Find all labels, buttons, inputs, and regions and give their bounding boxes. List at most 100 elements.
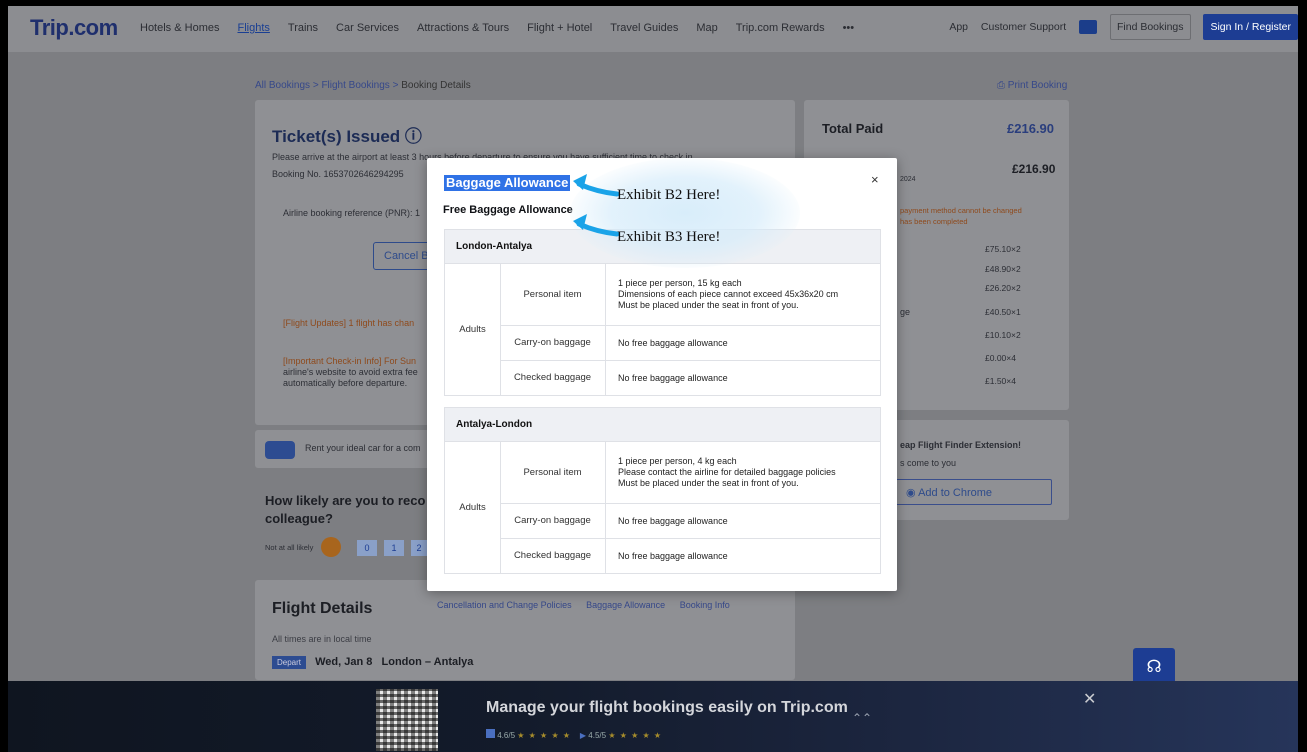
right-border [1298,0,1307,752]
nav-flight-hotel[interactable]: Flight + Hotel [527,22,592,34]
depart-badge: Depart [272,656,307,669]
android-stars: ★ ★ ★ ★ ★ [608,731,663,740]
cancel-booking-button[interactable]: Cancel B [373,242,433,270]
breadcrumb-flight-bookings[interactable]: Flight Bookings [321,80,389,91]
payment-date-fragment: 2024 [900,176,916,183]
screen: Trip.com Hotels & Homes Flights Trains Car … [0,0,1307,752]
checkin-info-line2: airline's website to avoid extra fee [283,367,418,377]
price-item: £40.50×1 [985,307,1021,317]
extension-subtitle: s come to you [900,458,957,468]
baggage-line: Dimensions of each piece cannot exceed 4… [618,289,839,299]
survey-question-line2: colleague? [265,511,333,526]
nav-map[interactable]: Map [696,22,717,34]
breadcrumb-current: Booking Details [401,80,471,91]
car-icon [265,441,295,459]
baggage-type: Checked baggage [500,361,606,395]
trip-logo[interactable]: Trip.com [30,15,118,41]
price-item: £75.10×2 [985,244,1021,254]
survey-question: How likely are you to reco colleague? [265,492,425,528]
passenger-type: Adults [445,264,501,395]
printer-icon: ⎙ [997,80,1008,91]
flight-updates-text[interactable]: [Flight Updates] 1 flight has chan [283,318,414,328]
print-booking-link[interactable]: ⎙ Print Booking [997,80,1067,91]
ios-stars: ★ ★ ★ ★ ★ [517,731,572,740]
price-item: £0.00×4 [985,353,1016,363]
print-label: Print Booking [1007,80,1068,91]
modal-close-icon[interactable]: × [871,172,879,187]
breadcrumb-separator: > [392,80,399,91]
sign-in-button[interactable]: Sign In / Register [1203,14,1298,40]
survey-question-line1: How likely are you to reco [265,493,426,508]
exhibit-b3-label: Exhibit B3 Here! [617,229,721,245]
baggage-value: No free baggage allowance [618,516,728,526]
score-button-1[interactable]: 1 [384,540,404,556]
payment-amount: £216.90 [1012,162,1056,176]
chrome-icon: ◉ [906,487,919,499]
qr-code [376,689,438,751]
ios-rating: 4.6/5 [497,731,516,740]
flight-details-title: Flight Details [272,600,373,617]
score-button-0[interactable]: 0 [357,540,377,556]
left-border [0,0,8,752]
baggage-type: Personal item [500,442,606,503]
site-header: Trip.com Hotels & Homes Flights Trains Car … [8,6,1298,52]
flight-details-links: Cancellation and Change Policies Baggage… [437,600,742,610]
price-item: £26.20×2 [985,283,1021,293]
checkin-info-line3: automatically before departure. [283,378,408,388]
breadcrumb-all-bookings[interactable]: All Bookings [255,80,310,91]
nav-hotels[interactable]: Hotels & Homes [140,22,219,34]
play-store-icon: ▶ [579,731,587,740]
banner-title: Manage your flight bookings easily on Tr… [486,699,848,716]
support-link[interactable]: Customer Support [981,21,1066,33]
sad-face-icon [321,537,341,557]
baggage-line: Must be placed under the seat in front o… [618,478,799,488]
apple-icon [486,729,495,738]
main-nav: Hotels & Homes Flights Trains Car Services A… [140,22,872,34]
headset-icon: ☊ [1146,657,1162,676]
baggage-segment-return: Antalya-London Adults Personal item 1 pi… [444,407,881,574]
total-paid-label: Total Paid [822,121,884,136]
booking-number: Booking No. 1653702646294295 [272,169,404,179]
checkin-info-line1: [Important Check-in Info] For Sun [283,356,417,366]
baggage-value: No free baggage allowance [618,551,728,561]
nav-travel-guides[interactable]: Travel Guides [610,22,678,34]
cancellation-policies-link[interactable]: Cancellation and Change Policies [437,600,572,610]
baggage-value: 1 piece per person, 15 kg each Dimension… [606,278,880,311]
baggage-type: Carry-on baggage [500,326,606,360]
depart-row: Depart Wed, Jan 8 London – Antalya [272,656,473,669]
baggage-line: 1 piece per person, 4 kg each [618,456,737,466]
price-item: £48.90×2 [985,264,1021,274]
extension-title: eap Flight Finder Extension! [900,440,1022,450]
arrow-b3 [576,221,620,237]
nav-trains[interactable]: Trains [288,22,318,34]
language-icon[interactable] [1079,20,1098,34]
payment-note-line1: payment method cannot be changed [900,206,1022,215]
nav-flights[interactable]: Flights [237,22,269,34]
payment-note-line2: has been completed [900,217,968,226]
app-ratings: 4.6/5 ★ ★ ★ ★ ★ ▶ 4.5/5 ★ ★ ★ ★ ★ [486,729,662,740]
annotation-arrows [573,174,620,237]
not-likely-label: Not at all likely [265,543,314,552]
ticket-title: Ticket(s) Issued ⓘ [272,127,422,146]
nav-rewards[interactable]: Trip.com Rewards [736,22,825,34]
booking-info-link[interactable]: Booking Info [680,600,730,610]
modal-subtitle: Free Baggage Allowance [443,204,573,216]
nav-attractions[interactable]: Attractions & Tours [417,22,509,34]
baggage-line: 1 piece per person, 15 kg each [618,278,742,288]
nav-more[interactable]: ••• [843,22,855,34]
baggage-type: Checked baggage [500,539,606,573]
app-link[interactable]: App [949,21,968,33]
banner-expand-icon[interactable]: ⌃⌃ [852,711,872,725]
price-label-fragment: ge [900,307,911,317]
find-bookings-button[interactable]: Find Bookings [1109,14,1191,40]
baggage-allowance-link[interactable]: Baggage Allowance [586,600,665,610]
add-to-chrome-button[interactable]: ◉ Add to Chrome [890,479,1052,505]
score-button-2[interactable]: 2 [411,540,427,556]
breadcrumb: All Bookings > Flight Bookings > Booking… [255,80,471,91]
local-time-note: All times are in local time [272,634,372,644]
top-border [0,0,1307,6]
rent-car-text[interactable]: Rent your ideal car for a com [305,443,421,453]
banner-close-icon[interactable]: ✕ [1083,689,1096,709]
nav-car-services[interactable]: Car Services [336,22,399,34]
arrow-b2 [576,181,620,197]
